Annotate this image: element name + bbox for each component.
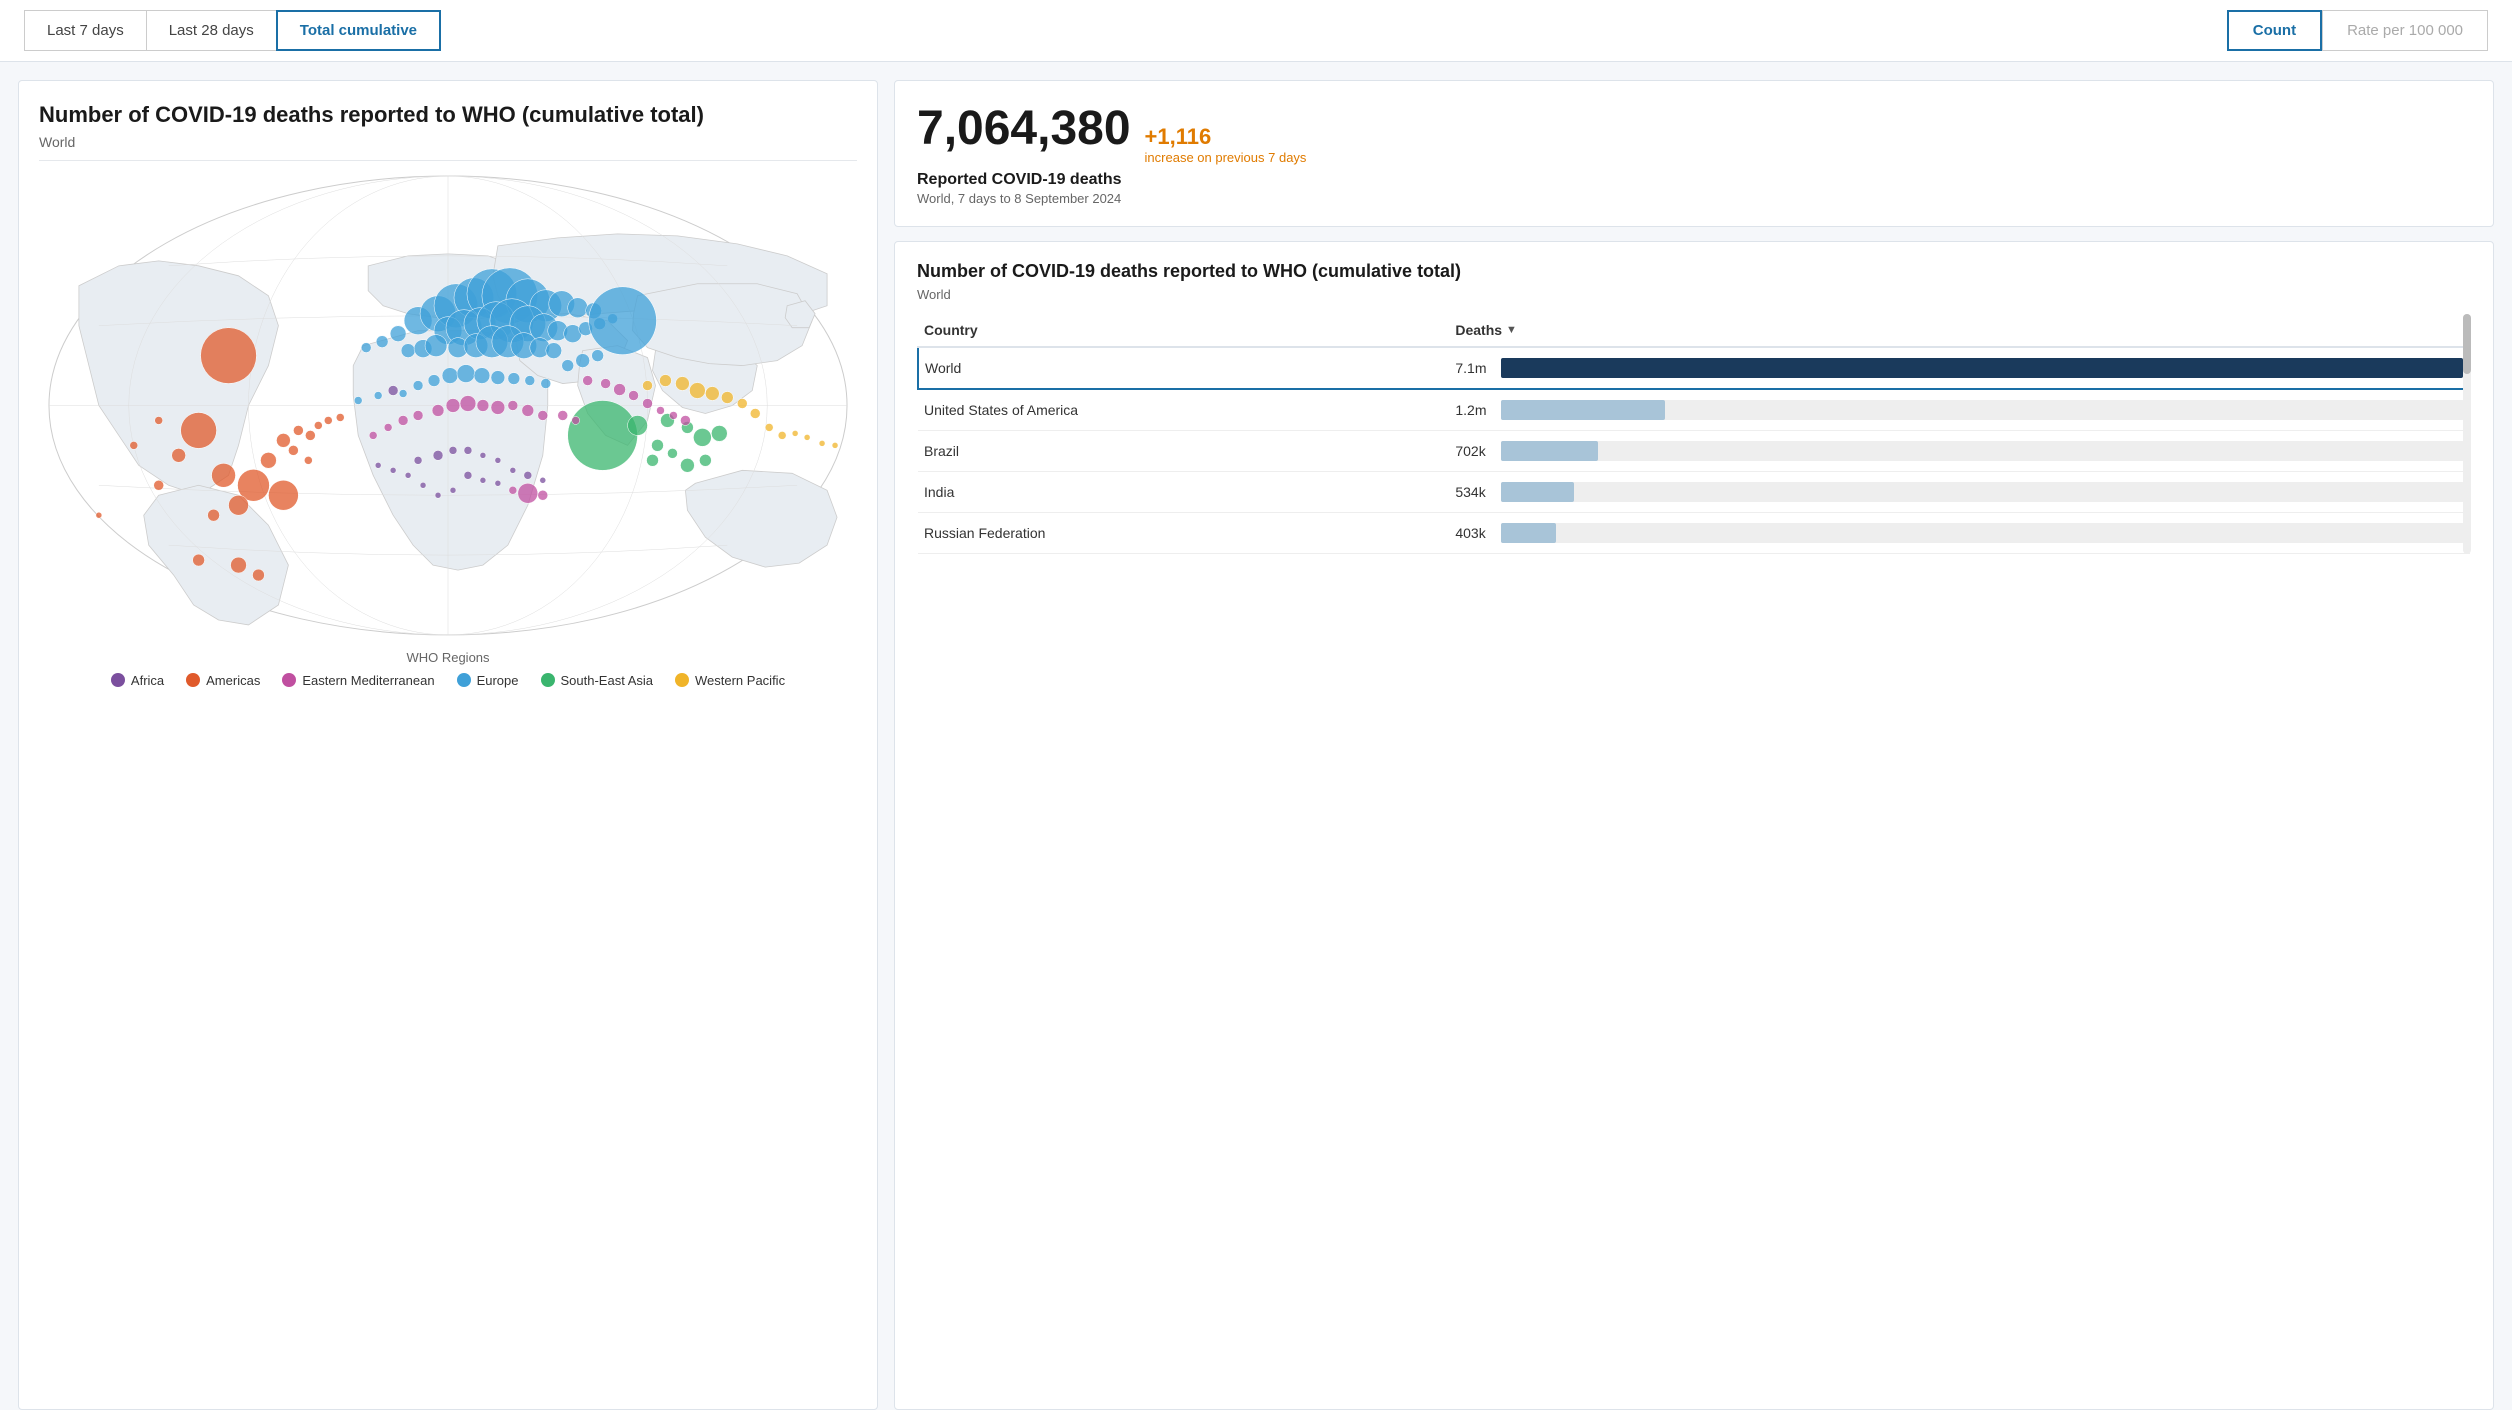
- legend-item: South-East Asia: [541, 673, 654, 688]
- legend-items: Africa Americas Eastern Mediterranean Europ…: [39, 673, 857, 688]
- cell-country: United States of America: [918, 389, 1449, 431]
- btn-count[interactable]: Count: [2227, 10, 2322, 51]
- stat-increase: +1,116: [1145, 124, 1212, 149]
- col-country: Country: [918, 314, 1449, 347]
- stat-increase-label: increase on previous 7 days: [1145, 150, 1307, 165]
- col-deaths[interactable]: Deaths ▼: [1449, 314, 2470, 347]
- world-map-svg: [39, 161, 857, 640]
- scrollbar-thumb[interactable]: [2463, 314, 2471, 374]
- legend-item: Eastern Mediterranean: [282, 673, 434, 688]
- chart-title: Number of COVID-19 deaths reported to WH…: [39, 101, 857, 130]
- stat-meta: World, 7 days to 8 September 2024: [917, 191, 2471, 206]
- scrollbar-track[interactable]: [2463, 314, 2471, 554]
- cell-deaths: 534k: [1449, 472, 2470, 513]
- table-card-title: Number of COVID-19 deaths reported to WH…: [917, 260, 2471, 283]
- legend-item: Western Pacific: [675, 673, 785, 688]
- sort-arrow-icon: ▼: [1506, 324, 1517, 336]
- table-card-sub: World: [917, 287, 2471, 302]
- legend-title: WHO Regions: [39, 650, 857, 665]
- stat-change-wrapper: +1,116 increase on previous 7 days: [1145, 124, 1307, 165]
- cell-country: Brazil: [918, 431, 1449, 472]
- table-row[interactable]: United States of America 1.2m: [918, 389, 2470, 431]
- tab-last-28-days[interactable]: Last 28 days: [146, 10, 276, 51]
- tab-total-cumulative[interactable]: Total cumulative: [276, 10, 441, 51]
- table-row[interactable]: Brazil 702k: [918, 431, 2470, 472]
- stat-label: Reported COVID-19 deaths: [917, 171, 2471, 189]
- table-card: Number of COVID-19 deaths reported to WH…: [894, 241, 2494, 1410]
- cell-country: India: [918, 472, 1449, 513]
- map-container: [39, 160, 857, 640]
- legend-item: Americas: [186, 673, 260, 688]
- cell-deaths: 403k: [1449, 513, 2470, 554]
- cell-country: World: [918, 347, 1449, 389]
- cell-deaths: 7.1m: [1449, 347, 2470, 389]
- legend-item: Africa: [111, 673, 164, 688]
- right-panel: 7,064,380 +1,116 increase on previous 7 …: [894, 80, 2494, 1410]
- legend-item: Europe: [457, 673, 519, 688]
- table-row[interactable]: World 7.1m: [918, 347, 2470, 389]
- left-panel: Number of COVID-19 deaths reported to WH…: [18, 80, 878, 1410]
- deaths-table: Country Deaths ▼ World 7.1m: [917, 314, 2471, 554]
- chart-subtitle: World: [39, 134, 857, 150]
- table-row[interactable]: India 534k: [918, 472, 2470, 513]
- tab-group: Last 7 days Last 28 days Total cumulativ…: [24, 10, 441, 51]
- stat-number: 7,064,380: [917, 101, 1131, 156]
- cell-deaths: 1.2m: [1449, 389, 2470, 431]
- tab-last-7-days[interactable]: Last 7 days: [24, 10, 146, 51]
- legend-section: WHO Regions Africa Americas Eastern Medite…: [39, 640, 857, 688]
- stat-card: 7,064,380 +1,116 increase on previous 7 …: [894, 80, 2494, 227]
- btn-rate[interactable]: Rate per 100 000: [2322, 10, 2488, 51]
- right-btn-group: Count Rate per 100 000: [2227, 10, 2488, 51]
- cell-country: Russian Federation: [918, 513, 1449, 554]
- top-bar: Last 7 days Last 28 days Total cumulativ…: [0, 0, 2512, 62]
- cell-deaths: 702k: [1449, 431, 2470, 472]
- table-row[interactable]: Russian Federation 403k: [918, 513, 2470, 554]
